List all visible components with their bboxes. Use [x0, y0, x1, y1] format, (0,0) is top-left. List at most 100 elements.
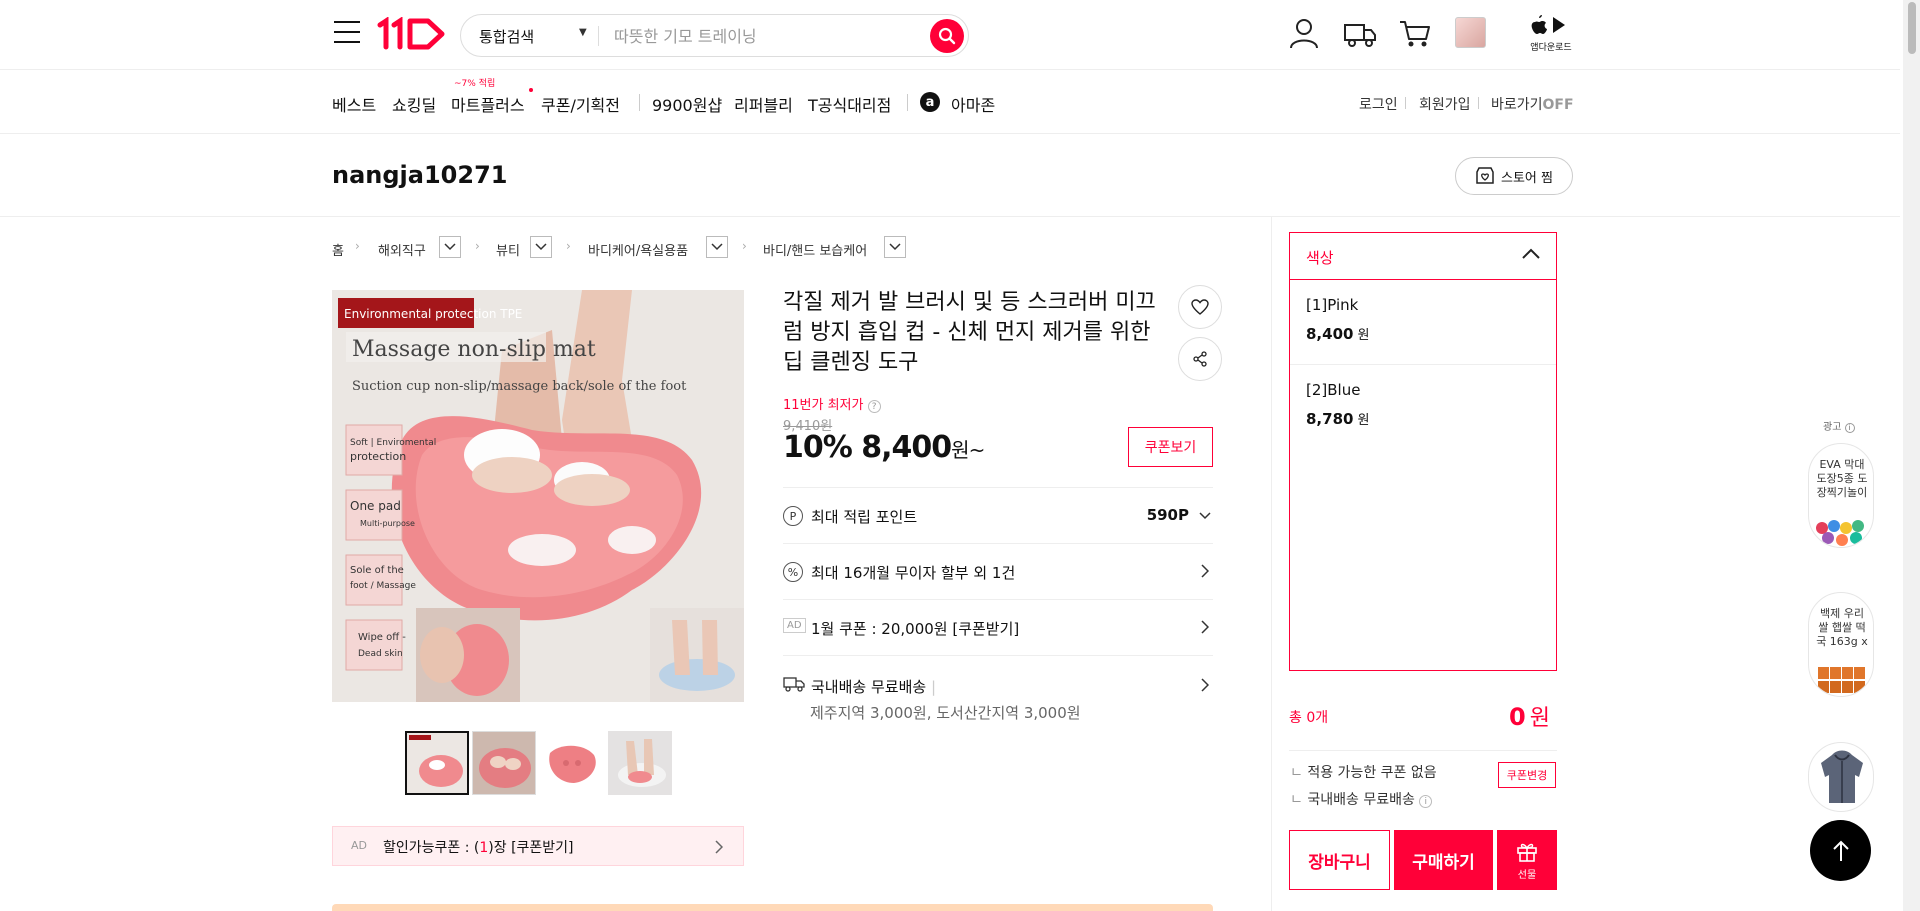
coupon-count: 1 [479, 840, 489, 856]
logo[interactable] [376, 16, 448, 51]
breadcrumb-moisture[interactable]: 바디/핸드 보습케어 [763, 240, 867, 259]
scrollbar-thumb[interactable] [1908, 2, 1916, 54]
signup-link[interactable]: 회원가입 [1419, 94, 1471, 114]
arrow-up-icon [1832, 840, 1849, 861]
search-category-select[interactable]: 통합검색 [479, 26, 534, 47]
delivery-truck-icon[interactable] [1343, 16, 1377, 50]
side-ad-2-text: 백제 우리 쌀 햅쌀 떡국 163g x [1816, 607, 1868, 648]
breadcrumb-dropdown[interactable] [439, 236, 461, 258]
nav-best[interactable]: 베스트 [332, 92, 376, 116]
buy-now-button[interactable]: 구매하기 [1394, 830, 1493, 890]
category-nav: 베스트 쇼킹딜 ~7% 적립 마트플러스 쿠폰/기획전 9900원샵 리퍼블리 … [0, 70, 1900, 134]
search-icon [938, 27, 956, 45]
coupon-change-button[interactable]: 쿠폰변경 [1498, 762, 1556, 788]
chevron-down-icon[interactable]: ▼ [579, 27, 587, 38]
thumbnail-3[interactable] [540, 731, 604, 795]
shortcut-state: OFF [1542, 97, 1574, 113]
store-name[interactable]: nangja10271 [332, 161, 507, 189]
chevron-down-icon [444, 243, 456, 251]
side-ad-2[interactable]: 백제 우리 쌀 햅쌀 떡국 163g x [1808, 592, 1874, 697]
breadcrumb-home[interactable]: 홈 [332, 240, 344, 259]
side-ad-1[interactable]: EVA 막대 도장5종 도장찍기놀이 [1808, 443, 1874, 548]
color-option-pink[interactable]: [1]Pink 8,400 원 [1290, 280, 1556, 365]
chevron-right-icon: › [355, 239, 360, 253]
share-icon [1193, 351, 1207, 367]
shipping-row[interactable]: 국내배송 무료배송 | [783, 655, 1213, 735]
recent-viewed-thumbnail[interactable] [1455, 17, 1486, 48]
new-dot [529, 88, 533, 92]
nav-refurbly[interactable]: 리퍼블리 [734, 92, 793, 116]
top-header: 통합검색 ▼ 앱다운로드 [0, 0, 1900, 70]
page-scrollbar[interactable] [1903, 0, 1920, 911]
wishlist-button[interactable] [1178, 285, 1222, 329]
breadcrumb-dropdown[interactable] [530, 236, 552, 258]
discount-coupon-bar[interactable]: AD 할인가능쿠폰 : (1)장 [쿠폰받기] [332, 826, 744, 866]
heart-icon [1191, 299, 1209, 315]
side-ad-3[interactable] [1808, 742, 1874, 812]
thumbnail-2[interactable] [472, 731, 536, 795]
store-follow-button[interactable]: 스토어 찜 [1455, 157, 1573, 195]
info-icon[interactable]: i [1844, 423, 1855, 433]
feature-4b-text: Dead skin [358, 649, 403, 659]
gift-button[interactable]: 선물 [1497, 830, 1557, 890]
coupon-view-button[interactable]: 쿠폰보기 [1128, 427, 1213, 467]
nav-9900-shop[interactable]: 9900원샵 [652, 92, 722, 116]
nav-coupon-event[interactable]: 쿠폰/기획전 [541, 92, 620, 116]
option-price-unit: 원 [1357, 413, 1370, 428]
gift-label: 선물 [1517, 870, 1537, 881]
hoodie-image [1821, 750, 1863, 803]
nav-shocking-deal[interactable]: 쇼킹딜 [392, 92, 436, 116]
add-to-cart-button[interactable]: 장바구니 [1289, 830, 1390, 890]
nav-mart-plus[interactable]: 마트플러스 [451, 92, 525, 116]
user-icon[interactable] [1287, 16, 1321, 50]
product-main-image[interactable]: Environmental protection TPE Massage non… [332, 290, 744, 702]
image-headline-text: Massage non-slip mat [352, 337, 596, 362]
nav-amazon[interactable]: 아마존 [951, 92, 995, 116]
chevron-right-icon [1201, 564, 1209, 578]
coupon-prefix: 할인가능쿠폰 : ( [383, 840, 480, 856]
breadcrumb-overseas[interactable]: 해외직구 [378, 240, 426, 259]
installment-row[interactable]: % 최대 16개월 무이자 할부 외 1건 [783, 543, 1213, 599]
store-bar: nangja10271 스토어 찜 [0, 135, 1900, 217]
coupon-note-text: 적용 가능한 쿠폰 없음 [1307, 765, 1437, 781]
search-button[interactable] [930, 19, 964, 53]
ad-label: 광고 i [1823, 418, 1855, 433]
color-option-box: 색상 [1]Pink 8,400 원 [2]Blue 8,780 원 [1289, 232, 1557, 671]
shipping-text: 국내배송 무료배송 [811, 678, 927, 696]
points-row[interactable]: P 최대 적립 포인트 590P [783, 487, 1213, 543]
amazon-icon[interactable]: a [920, 92, 940, 112]
thumbnail-4[interactable] [608, 731, 672, 795]
divider [1289, 750, 1557, 751]
nav-t-official[interactable]: T공식대리점 [808, 92, 891, 116]
price-unit: 원~ [951, 438, 985, 462]
color-option-header[interactable]: 색상 [1290, 233, 1556, 280]
lowest-price-label: 11번가 최저가 ? [783, 394, 881, 413]
chevron-down-icon [535, 243, 547, 251]
app-download-button[interactable]: 앱다운로드 [1529, 14, 1573, 54]
coupon-ad-row[interactable]: AD 1월 쿠폰 : 20,000원 [쿠폰받기] [783, 599, 1213, 655]
breadcrumb-dropdown[interactable] [884, 236, 906, 258]
lowest-price-text: 11번가 최저가 [783, 398, 864, 413]
search-input[interactable] [614, 23, 914, 49]
scroll-to-top-button[interactable] [1810, 820, 1871, 881]
breadcrumb-bodycare[interactable]: 바디케어/욕실용품 [588, 240, 688, 259]
chevron-up-icon [1522, 248, 1540, 259]
color-option-blue[interactable]: [2]Blue 8,780 원 [1290, 365, 1556, 450]
shortcut-toggle[interactable]: 바로가기OFF [1491, 94, 1574, 114]
bath-mat-illustration: Environmental protection TPE Massage non… [332, 290, 744, 702]
share-button[interactable] [1178, 337, 1222, 381]
option-name: [1]Pink [1306, 296, 1359, 314]
apple-play-icon [1531, 15, 1565, 34]
login-link[interactable]: 로그인 [1359, 94, 1398, 114]
cart-icon[interactable] [1398, 16, 1432, 50]
menu-icon[interactable] [334, 21, 360, 43]
info-icon[interactable]: ? [867, 400, 881, 413]
percent-icon: % [783, 562, 803, 582]
thumbnail-1[interactable] [405, 731, 469, 795]
info-icon[interactable]: i [1419, 795, 1433, 808]
breadcrumb-beauty[interactable]: 뷰티 [496, 240, 520, 259]
shipping-extra-fee: 제주지역 3,000원, 도서산간지역 3,000원 [810, 704, 1081, 722]
option-name: [2]Blue [1306, 381, 1361, 399]
points-label: 최대 적립 포인트 [811, 508, 918, 526]
breadcrumb-dropdown[interactable] [706, 236, 728, 258]
